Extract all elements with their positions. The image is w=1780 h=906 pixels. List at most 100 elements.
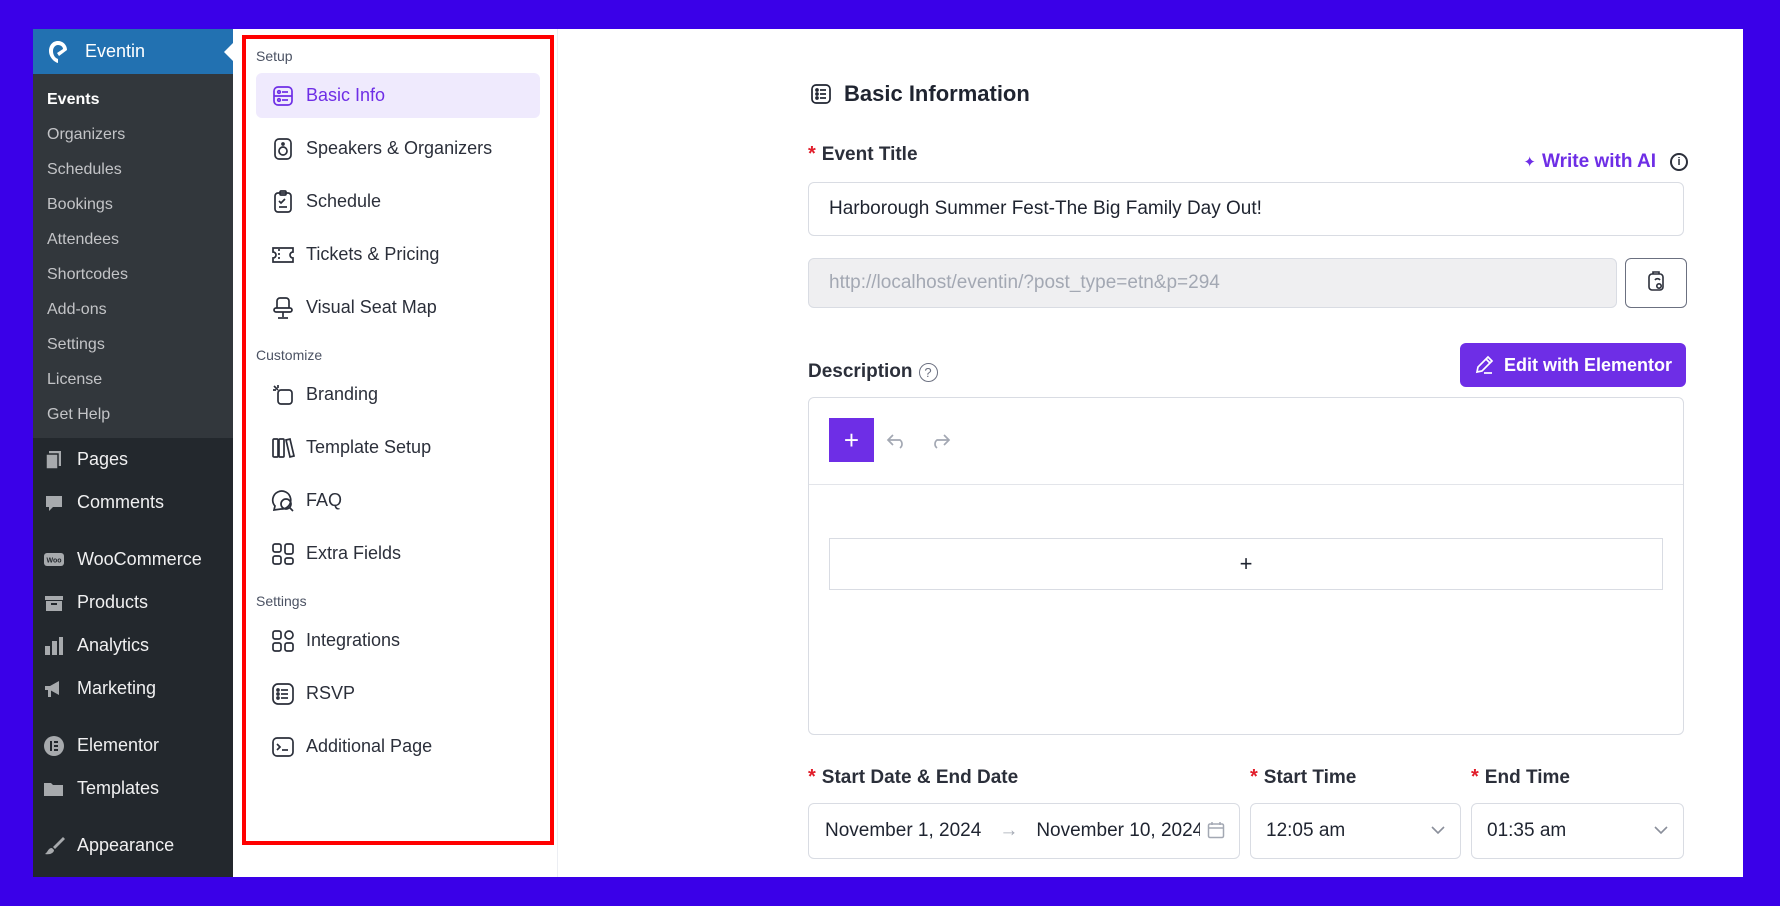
permalink-input[interactable]: http://localhost/eventin/?post_type=etn&…: [808, 258, 1617, 308]
wp-sub-get-help[interactable]: Get Help: [33, 397, 233, 432]
wp-sub-bookings[interactable]: Bookings: [33, 187, 233, 222]
required-marker: *: [808, 143, 816, 165]
write-with-ai-button[interactable]: ✦ Write with AI i: [1523, 151, 1688, 173]
wp-menu-products[interactable]: Products: [33, 581, 233, 624]
wp-menu-label: Appearance: [77, 835, 175, 855]
end-date-value[interactable]: November 10, 2024: [1036, 820, 1200, 842]
start-time-value: 12:05 am: [1266, 820, 1346, 841]
wp-menu-marketing[interactable]: Marketing: [33, 667, 233, 710]
wp-menu-label: WooCommerce: [77, 549, 202, 569]
nav-section-setup: Setup: [256, 48, 293, 64]
wp-admin-sidebar: Eventin Events Organizers Schedules Book…: [33, 29, 233, 877]
description-editor: + +: [808, 397, 1684, 735]
faq-chat-icon: [270, 488, 296, 514]
basic-info-icon: [270, 83, 296, 109]
nav-item-label: Tickets & Pricing: [306, 244, 440, 264]
wp-menu-eventin[interactable]: Eventin: [33, 29, 233, 74]
calendar-icon[interactable]: [1207, 821, 1225, 845]
wp-menu-analytics[interactable]: Analytics: [33, 624, 233, 667]
wp-menu-comments[interactable]: Comments: [33, 481, 233, 524]
nav-speakers-organizers[interactable]: Speakers & Organizers: [256, 126, 540, 171]
marketing-icon: [43, 678, 65, 700]
analytics-icon: [43, 635, 65, 657]
wp-brand-label: Eventin: [85, 41, 146, 61]
seat-icon: [270, 295, 296, 321]
wp-sub-license[interactable]: License: [33, 362, 233, 397]
date-range-label: * Start Date & End Date: [808, 766, 1018, 789]
wp-sub-schedules[interactable]: Schedules: [33, 152, 233, 187]
add-block-button[interactable]: +: [829, 418, 874, 462]
nav-basic-info[interactable]: Basic Info: [256, 73, 540, 118]
copy-icon: [1646, 270, 1666, 297]
end-time-label-text: End Time: [1484, 766, 1570, 788]
wp-menu-label: Products: [77, 592, 149, 612]
chevron-down-icon: [1653, 822, 1669, 844]
required-marker: *: [1471, 766, 1479, 788]
pages-icon: [43, 449, 65, 471]
nav-template-setup[interactable]: Template Setup: [256, 425, 540, 470]
arrow-right-icon: →: [999, 820, 1019, 841]
required-marker: *: [1250, 766, 1258, 788]
nav-tickets-pricing[interactable]: Tickets & Pricing: [256, 232, 540, 277]
date-range-picker[interactable]: November 1, 2024 → November 10, 2024: [808, 803, 1240, 859]
highlight-box: Setup Basic Info Speakers & Organizers S…: [242, 35, 554, 845]
wp-menu-label: Marketing: [77, 678, 157, 698]
eventin-logo-icon: [45, 39, 71, 65]
end-time-select[interactable]: 01:35 am: [1471, 803, 1684, 859]
wp-menu-elementor[interactable]: Elementor: [33, 724, 233, 767]
write-with-ai-label: Write with AI: [1542, 151, 1656, 172]
speaker-icon: [270, 136, 296, 162]
app-frame: Eventin Events Organizers Schedules Book…: [33, 29, 1743, 877]
rsvp-list-icon: [270, 681, 296, 707]
nav-faq[interactable]: FAQ: [256, 478, 540, 523]
wp-menu-appearance[interactable]: Appearance: [33, 824, 233, 867]
additional-page-icon: [270, 734, 296, 760]
start-time-label: * Start Time: [1250, 766, 1356, 789]
menu-separator: [33, 710, 233, 724]
start-date-value[interactable]: November 1, 2024: [825, 820, 981, 842]
edit-with-elementor-button[interactable]: Edit with Elementor: [1460, 343, 1686, 387]
event-title-label: * Event Title: [808, 143, 918, 166]
nav-additional-page[interactable]: Additional Page: [256, 724, 540, 769]
description-label: Description ?: [808, 361, 938, 383]
wp-sub-addons[interactable]: Add-ons: [33, 292, 233, 327]
start-time-label-text: Start Time: [1263, 766, 1357, 788]
nav-visual-seat-map[interactable]: Visual Seat Map: [256, 285, 540, 330]
nav-rsvp[interactable]: RSVP: [256, 671, 540, 716]
wp-sub-attendees[interactable]: Attendees: [33, 222, 233, 257]
nav-section-settings: Settings: [256, 593, 307, 609]
start-time-select[interactable]: 12:05 am: [1250, 803, 1461, 859]
wp-menu-templates[interactable]: Templates: [33, 767, 233, 810]
wp-sub-events[interactable]: Events: [33, 82, 233, 117]
wp-sub-shortcodes[interactable]: Shortcodes: [33, 257, 233, 292]
nav-branding[interactable]: Branding: [256, 372, 540, 417]
templates-icon: [43, 778, 65, 800]
nav-schedule[interactable]: Schedule: [256, 179, 540, 224]
schedule-icon: [270, 189, 296, 215]
menu-separator: [33, 810, 233, 824]
undo-icon[interactable]: [885, 428, 909, 452]
help-icon[interactable]: ?: [918, 362, 938, 382]
info-icon[interactable]: i: [1670, 153, 1688, 171]
wp-menu-woocommerce[interactable]: Woo WooCommerce: [33, 538, 233, 581]
editor-toolbar: +: [809, 398, 1683, 485]
branding-icon: [270, 382, 296, 408]
copy-link-button[interactable]: [1625, 258, 1687, 308]
elementor-icon: [43, 735, 65, 757]
nav-integrations[interactable]: Integrations: [256, 618, 540, 663]
event-title-input[interactable]: Harborough Summer Fest-The Big Family Da…: [808, 182, 1684, 236]
block-appender-button[interactable]: +: [829, 538, 1663, 590]
appearance-icon: [43, 835, 65, 857]
nav-item-label: Extra Fields: [306, 543, 402, 563]
chevron-down-icon: [1430, 822, 1446, 844]
sparkle-icon: ✦: [1523, 154, 1536, 171]
woocommerce-icon: Woo: [43, 549, 65, 571]
wp-sub-organizers[interactable]: Organizers: [33, 117, 233, 152]
nav-extra-fields[interactable]: Extra Fields: [256, 531, 540, 576]
nav-item-label: FAQ: [306, 490, 343, 510]
redo-icon[interactable]: [928, 428, 952, 452]
wp-menu-pages[interactable]: Pages: [33, 438, 233, 481]
wp-sub-settings[interactable]: Settings: [33, 327, 233, 362]
products-icon: [43, 592, 65, 614]
pencil-icon: [1474, 355, 1494, 375]
